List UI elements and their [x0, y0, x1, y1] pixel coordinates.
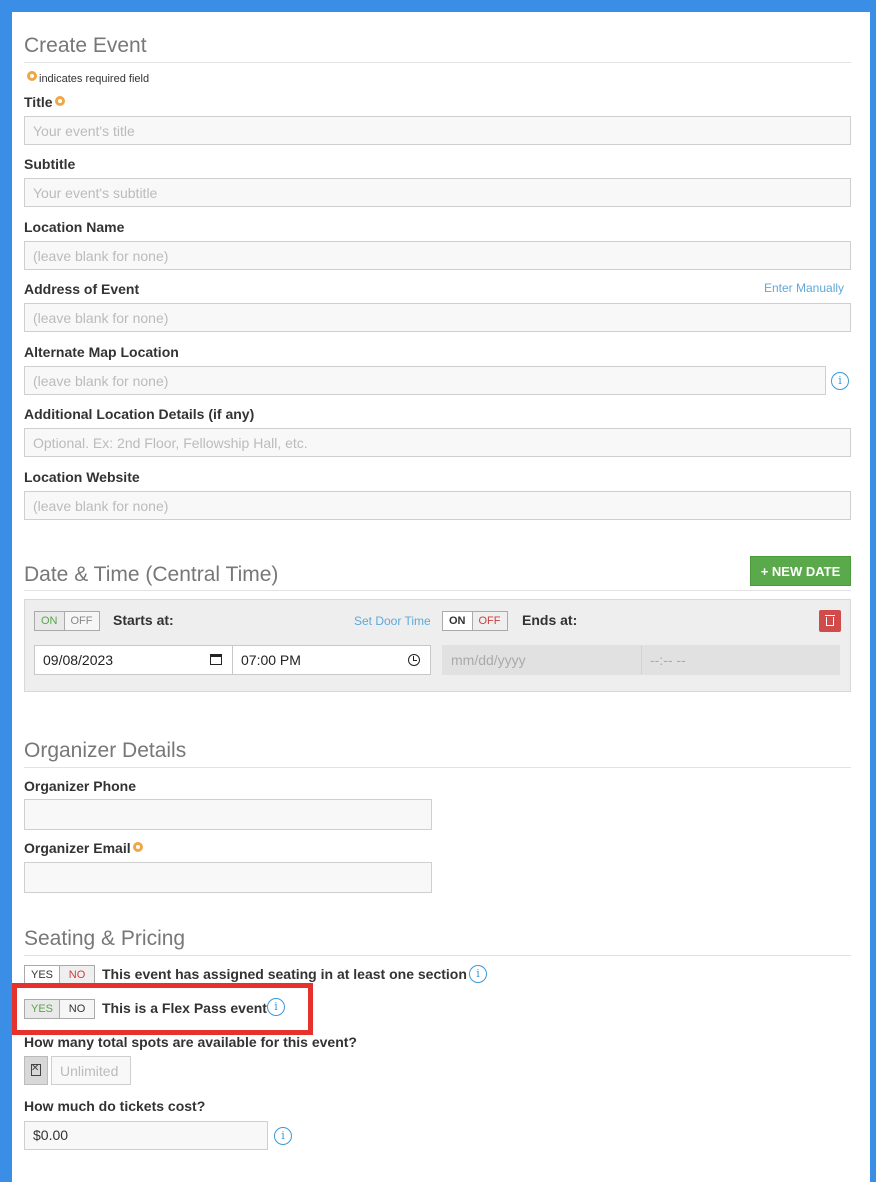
assigned-seating-toggle[interactable]: YES NO — [24, 965, 95, 985]
section-title-seating: Seating & Pricing — [24, 927, 186, 950]
cost-input[interactable]: $0.00 — [24, 1121, 268, 1150]
start-toggle[interactable]: ON OFF — [34, 611, 100, 631]
clock-icon[interactable] — [408, 654, 420, 666]
title-label-text: Title — [24, 94, 53, 110]
start-toggle-off[interactable]: OFF — [64, 612, 99, 630]
title-label: Title — [24, 94, 65, 110]
set-door-time-link[interactable]: Set Door Time — [354, 614, 431, 628]
location-name-input[interactable] — [24, 241, 851, 270]
spots-label: How many total spots are available for t… — [24, 1034, 357, 1050]
end-toggle-off[interactable]: OFF — [472, 612, 507, 630]
new-date-button[interactable]: + NEW DATE — [750, 556, 851, 586]
location-website-label: Location Website — [24, 469, 140, 485]
start-date-value: 09/08/2023 — [43, 652, 114, 668]
subtitle-label: Subtitle — [24, 156, 76, 172]
organizer-phone-input[interactable] — [24, 799, 432, 830]
additional-details-label: Additional Location Details (if any) — [24, 406, 255, 422]
assigned-seating-yes[interactable]: YES — [25, 966, 60, 984]
divider — [24, 62, 851, 63]
highlight-box — [12, 983, 313, 1035]
start-time-value: 07:00 PM — [241, 652, 301, 668]
enter-manually-link[interactable]: Enter Manually — [764, 281, 844, 295]
info-icon[interactable]: i — [831, 372, 849, 390]
address-label: Address of Event — [24, 281, 140, 297]
required-icon — [132, 842, 143, 852]
additional-details-input[interactable] — [24, 428, 851, 457]
required-icon — [54, 96, 65, 106]
section-title-date-time: Date & Time (Central Time) — [24, 563, 279, 586]
section-title-organizer: Organizer Details — [24, 739, 187, 762]
alt-map-input[interactable] — [24, 366, 826, 395]
end-toggle[interactable]: ON OFF — [442, 611, 508, 631]
cost-label: How much do tickets cost? — [24, 1098, 206, 1114]
required-note-text: indicates required field — [39, 73, 150, 85]
organizer-email-label: Organizer Email — [24, 840, 143, 856]
divider — [24, 955, 851, 956]
required-note: indicates required field — [27, 71, 149, 85]
alt-map-label: Alternate Map Location — [24, 344, 179, 360]
assigned-seating-no[interactable]: NO — [60, 966, 94, 984]
subtitle-input[interactable] — [24, 178, 851, 207]
divider — [24, 767, 851, 768]
address-input[interactable] — [24, 303, 851, 332]
end-time-input: --:-- -- — [641, 645, 840, 675]
organizer-email-input[interactable] — [24, 862, 432, 893]
start-time-input[interactable]: 07:00 PM — [232, 645, 431, 675]
location-website-input[interactable] — [24, 491, 851, 520]
spots-input[interactable] — [51, 1056, 131, 1085]
title-input[interactable] — [24, 116, 851, 145]
required-icon — [27, 71, 37, 81]
info-icon[interactable]: i — [469, 965, 487, 983]
assigned-seating-label: This event has assigned seating in at le… — [102, 966, 467, 982]
trash-icon[interactable] — [819, 610, 841, 632]
divider — [24, 590, 851, 591]
end-toggle-on[interactable]: ON — [443, 612, 473, 630]
ends-at-label: Ends at: — [522, 612, 578, 628]
info-icon[interactable]: i — [274, 1127, 292, 1145]
start-date-input[interactable]: 09/08/2023 — [34, 645, 233, 675]
calendar-icon[interactable] — [210, 654, 222, 665]
start-toggle-on[interactable]: ON — [35, 612, 65, 630]
unlimited-checkbox[interactable] — [24, 1056, 48, 1085]
end-date-input: mm/dd/yyyy — [442, 645, 642, 675]
organizer-phone-label: Organizer Phone — [24, 778, 137, 794]
section-title-create-event: Create Event — [24, 34, 147, 57]
organizer-email-label-text: Organizer Email — [24, 840, 131, 856]
starts-at-label: Starts at: — [113, 612, 174, 628]
location-name-label: Location Name — [24, 219, 125, 235]
